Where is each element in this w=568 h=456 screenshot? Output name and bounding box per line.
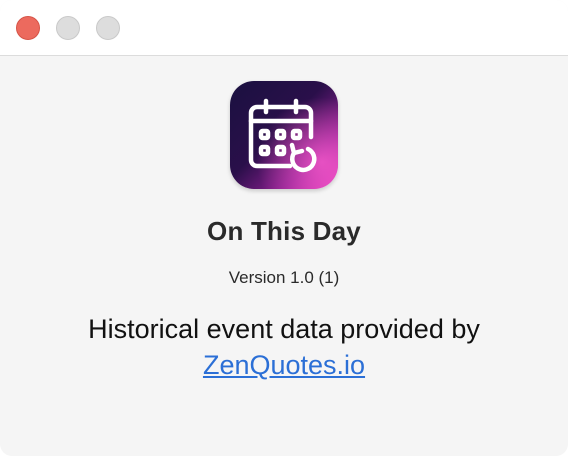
calendar-refresh-icon — [230, 81, 338, 189]
zenquotes-link[interactable]: ZenQuotes.io — [203, 350, 365, 380]
close-button[interactable] — [16, 16, 40, 40]
app-version: Version 1.0 (1) — [228, 268, 340, 287]
zoom-button[interactable] — [96, 16, 120, 40]
app-name: On This Day — [207, 216, 361, 246]
app-icon — [230, 81, 338, 189]
credit-text: Historical event data provided by — [88, 314, 480, 344]
minimize-button[interactable] — [56, 16, 80, 40]
about-window: On This Day Version 1.0 (1) Historical e… — [0, 0, 568, 456]
credit-block: Historical event data provided by ZenQuo… — [0, 311, 568, 383]
title-bar — [0, 0, 568, 56]
